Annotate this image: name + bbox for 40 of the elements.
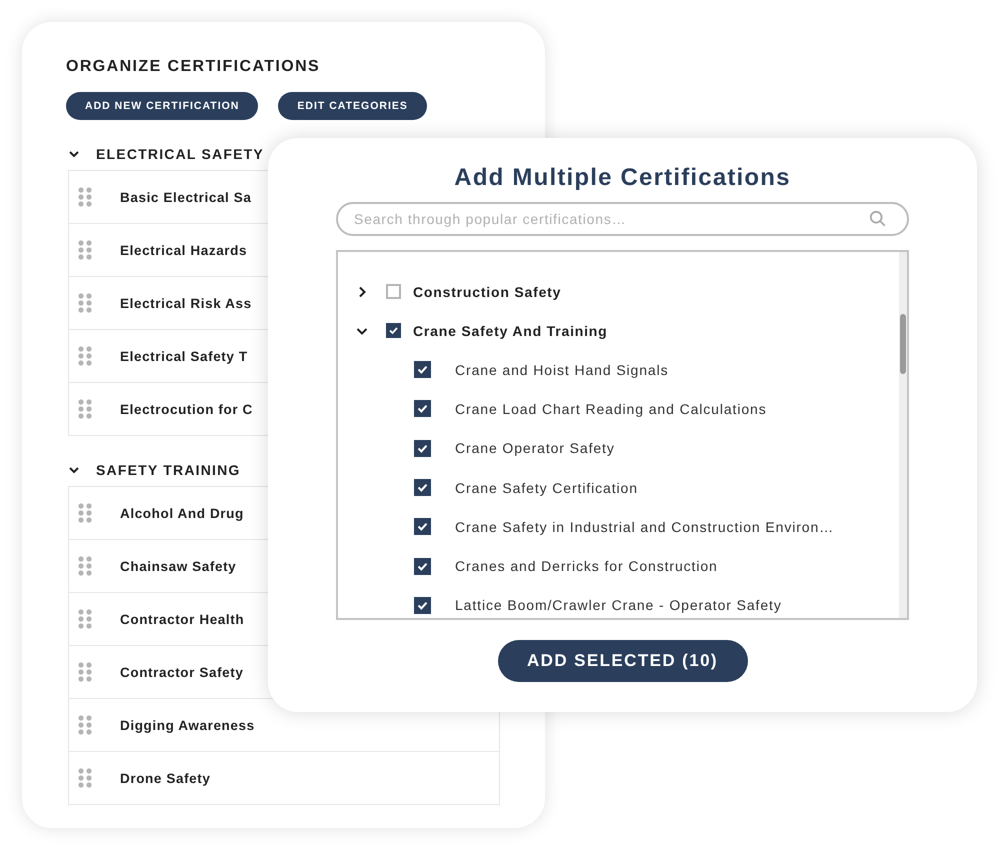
add-selected-button[interactable]: ADD SELECTED (10) [498, 640, 748, 682]
drag-handle-icon[interactable] [78, 346, 92, 366]
checkbox[interactable] [386, 323, 401, 338]
checkbox[interactable] [414, 400, 431, 418]
certification-label: Crane and Hoist Hand Signals [455, 362, 669, 378]
action-button[interactable]: ADD NEW CERTIFICATION [66, 92, 258, 120]
checkbox[interactable] [414, 479, 431, 496]
drag-handle-icon[interactable] [78, 662, 92, 682]
drag-handle-icon[interactable] [78, 399, 92, 419]
action-button[interactable]: EDIT CATEGORIES [278, 92, 427, 120]
certification-label: Lattice Boom/Crawler Crane - Operator Safety [455, 597, 782, 614]
checkbox[interactable] [414, 518, 431, 536]
search-icon[interactable] [869, 210, 887, 228]
category-label: Crane Safety And Training [413, 322, 608, 338]
drag-handle-icon[interactable] [78, 187, 92, 207]
certification-label: Cranes and Derricks for Construction [455, 558, 718, 574]
scrollbar[interactable] [899, 252, 907, 618]
certification-label: Crane Operator Safety [455, 440, 615, 456]
section-title: SAFETY TRAINING [96, 462, 241, 478]
category-label: Construction Safety [413, 284, 562, 300]
drag-handle-icon[interactable] [78, 715, 92, 735]
drag-handle-icon[interactable] [78, 556, 92, 576]
drag-handle-icon[interactable] [78, 293, 92, 313]
certification-label: Crane Safety in Industrial and Construction Environ… [455, 518, 834, 535]
checkbox[interactable] [414, 361, 431, 378]
certification-label: Crane Safety Certification [455, 480, 638, 496]
list-row[interactable]: Drone Safety [68, 752, 500, 805]
checkbox[interactable] [386, 284, 401, 299]
checkbox[interactable] [414, 558, 431, 575]
drag-handle-icon[interactable] [78, 503, 92, 523]
certification-label: Crane Load Chart Reading and Calculations [455, 400, 767, 417]
drag-handle-icon[interactable] [78, 609, 92, 629]
search-field[interactable]: Search through popular certifications… [336, 202, 909, 236]
dialog-title: Add Multiple Certifications [454, 164, 791, 192]
panel-title: ORGANIZE CERTIFICATIONS [66, 58, 322, 76]
checkbox[interactable] [414, 596, 431, 614]
section-title: ELECTRICAL SAFETY [96, 146, 264, 162]
checkbox[interactable] [414, 440, 431, 457]
drag-handle-icon[interactable] [78, 768, 92, 788]
drag-handle-icon[interactable] [78, 240, 92, 260]
